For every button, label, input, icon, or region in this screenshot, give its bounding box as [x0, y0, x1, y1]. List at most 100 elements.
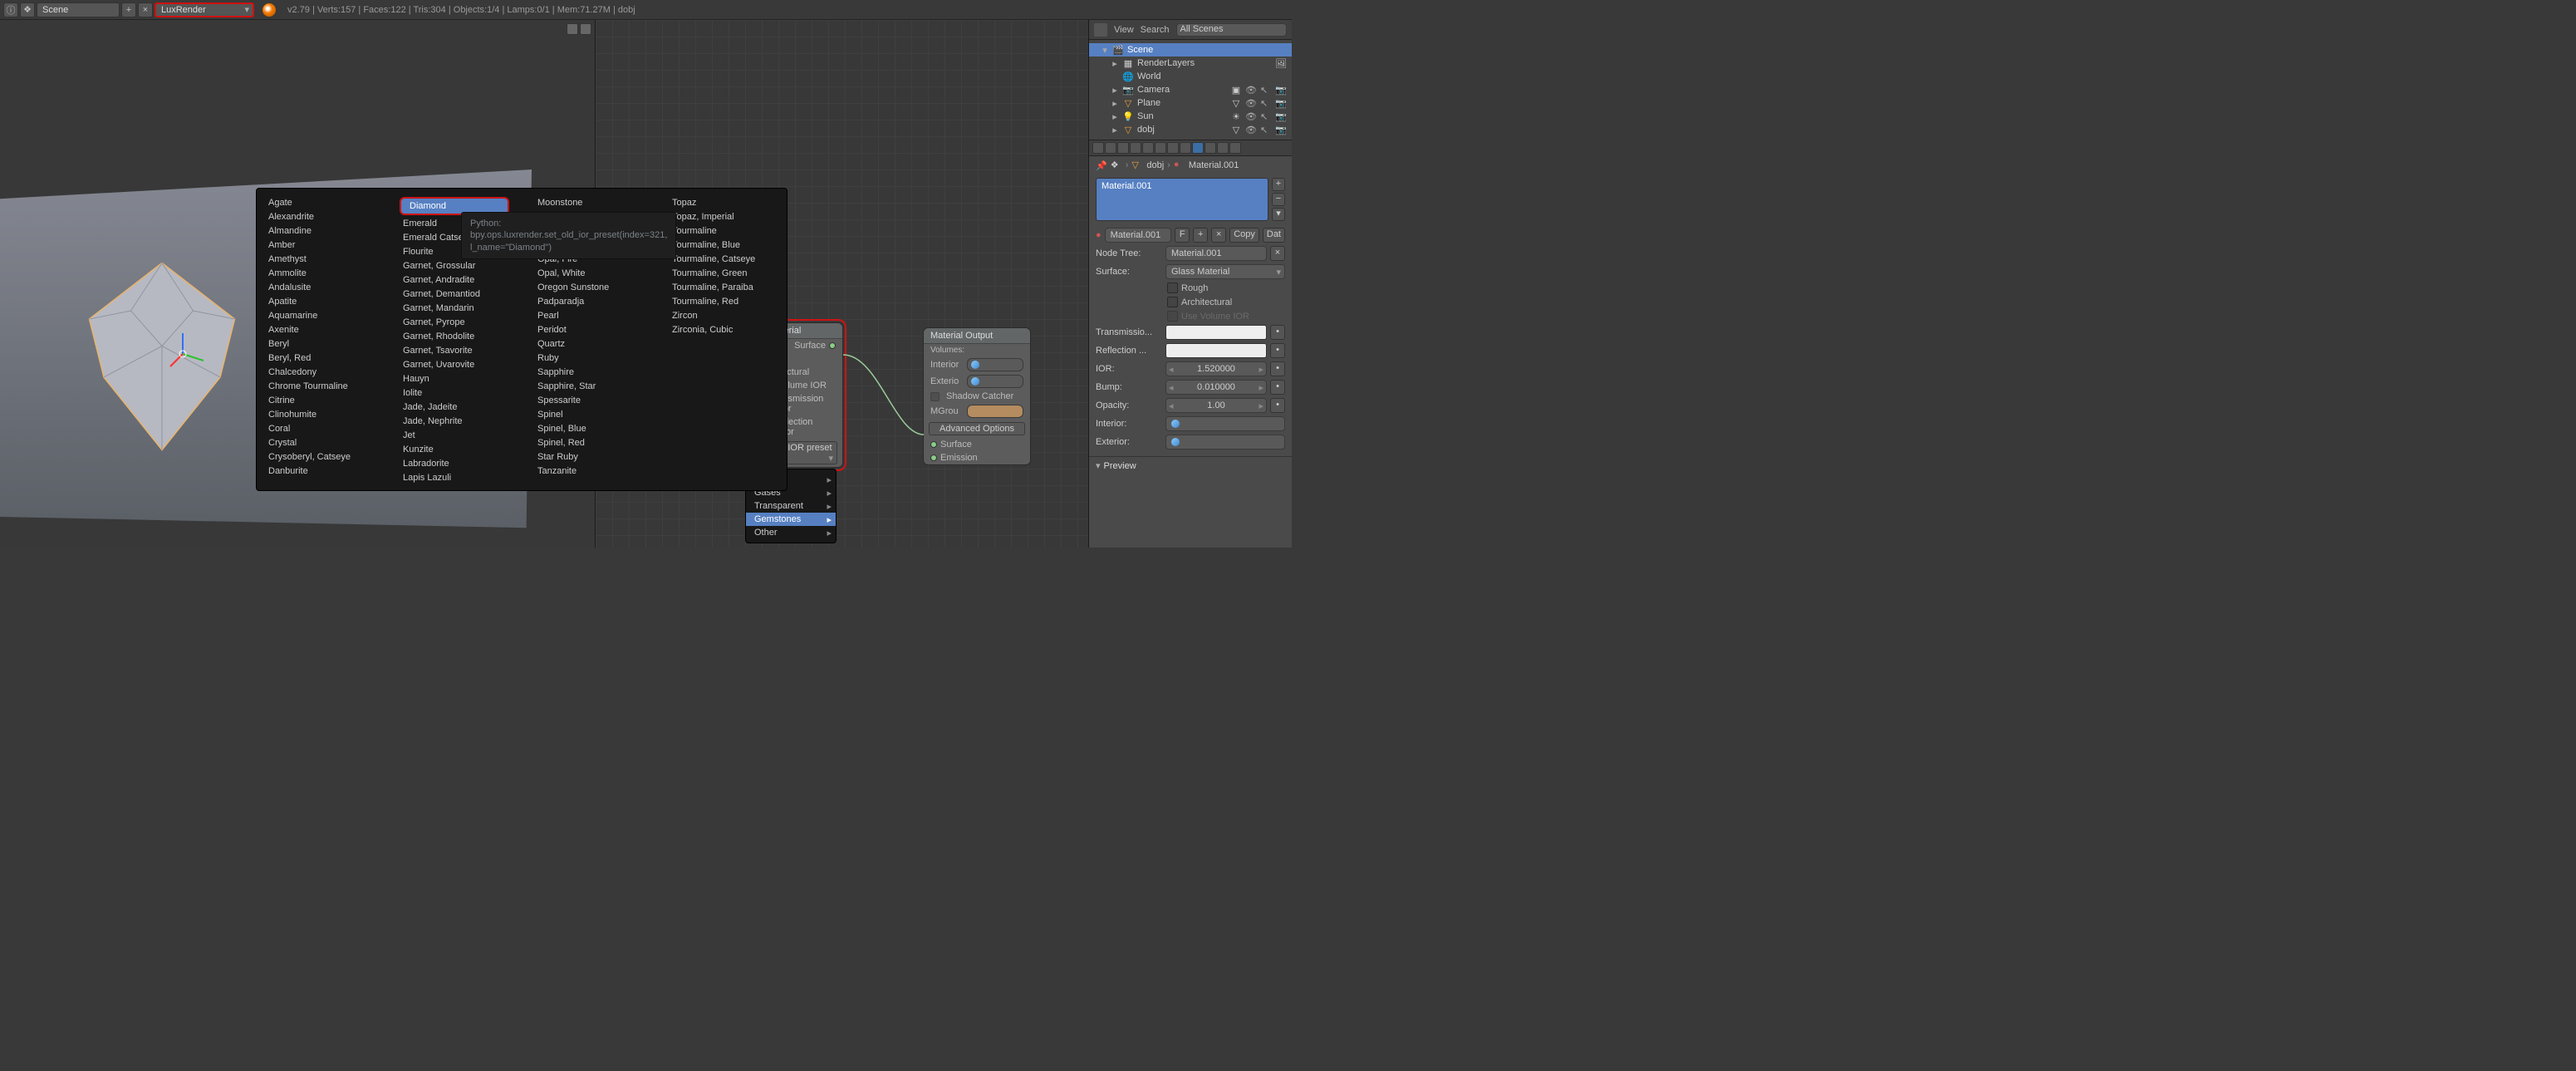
preset-item[interactable]: Clinohumite	[265, 409, 375, 420]
view-menu[interactable]: View	[1114, 25, 1134, 35]
ior-cat-other[interactable]: Other	[746, 526, 836, 539]
scene-datablock-icon[interactable]: ❖	[20, 2, 35, 17]
outliner-filter-dropdown[interactable]: All Scenes	[1176, 23, 1287, 37]
render-icon[interactable]: 📷	[1275, 125, 1287, 135]
preset-item[interactable]: Amethyst	[265, 253, 375, 265]
breadcrumb-material[interactable]: Material.001	[1189, 160, 1239, 170]
render-icon[interactable]: 📷	[1275, 85, 1287, 96]
render-result-icon[interactable]: 🖼	[1275, 57, 1287, 69]
render-icon[interactable]: 📷	[1275, 98, 1287, 109]
tab-constraints[interactable]	[1155, 142, 1166, 154]
outliner-camera-row[interactable]: ▸ 📷 Camera ▣ 👁 ↖ 📷	[1089, 83, 1292, 96]
preset-item[interactable]: Star Ruby	[534, 451, 644, 463]
remove-slot-button[interactable]: −	[1272, 193, 1285, 206]
preset-item[interactable]: Garnet, Pyrope	[400, 317, 509, 328]
preset-item[interactable]: Jade, Jadeite	[400, 401, 509, 413]
preset-item[interactable]: Labradorite	[400, 458, 509, 469]
visibility-eye-icon[interactable]: 👁	[1245, 98, 1257, 109]
add-scene-button[interactable]: +	[121, 2, 136, 17]
exterior-volume-field[interactable]	[1165, 435, 1285, 450]
viewport-plus-icon[interactable]	[567, 23, 578, 35]
outliner-world-row[interactable]: ▸ 🌐 World	[1089, 70, 1292, 83]
preset-item[interactable]: Ruby	[534, 352, 644, 364]
unlink-material-button[interactable]: ×	[1211, 228, 1226, 243]
preset-item[interactable]: Almandine	[265, 225, 375, 237]
preset-item[interactable]: Apatite	[265, 296, 375, 307]
preset-item[interactable]: Tourmaline, Catseye	[669, 253, 778, 265]
tab-render[interactable]	[1092, 142, 1104, 154]
slot-specials-button[interactable]: ▾	[1272, 208, 1285, 221]
transmission-node-button[interactable]: •	[1270, 325, 1285, 340]
surface-output-socket[interactable]	[829, 342, 836, 349]
surface-type-dropdown[interactable]: Glass Material	[1165, 264, 1285, 279]
selectable-icon[interactable]: ↖	[1260, 111, 1272, 122]
visibility-eye-icon[interactable]: 👁	[1245, 125, 1257, 135]
tab-object[interactable]	[1142, 142, 1154, 154]
preset-item[interactable]: Coral	[265, 423, 375, 435]
tab-scene[interactable]	[1117, 142, 1129, 154]
tab-physics[interactable]	[1229, 142, 1241, 154]
scene-name-field[interactable]: Scene	[37, 2, 120, 17]
preset-item[interactable]: Padparadja	[534, 296, 644, 307]
preset-item[interactable]: Moonstone	[534, 197, 644, 209]
preset-item[interactable]: Jade, Nephrite	[400, 415, 509, 427]
transmission-color-swatch[interactable]	[1165, 325, 1267, 340]
tab-texture[interactable]	[1205, 142, 1216, 154]
mesh-data-icon[interactable]: ▽	[1230, 124, 1242, 135]
preset-item[interactable]: Topaz	[669, 197, 778, 209]
preview-panel-header[interactable]: Preview	[1089, 456, 1292, 474]
preset-item[interactable]: Spinel, Blue	[534, 423, 644, 435]
reflection-node-button[interactable]: •	[1270, 343, 1285, 358]
preset-item[interactable]: Kunzite	[400, 444, 509, 455]
reflection-color-swatch[interactable]	[1165, 343, 1267, 358]
preset-item[interactable]: Peridot	[534, 324, 644, 336]
tab-material[interactable]	[1192, 142, 1204, 154]
expand-icon[interactable]: ▸	[1111, 111, 1119, 122]
preset-item[interactable]: Danburite	[265, 465, 375, 477]
preset-item[interactable]: Oregon Sunstone	[534, 282, 644, 293]
preset-item[interactable]: Beryl	[265, 338, 375, 350]
visibility-eye-icon[interactable]: 👁	[1245, 111, 1257, 122]
outliner-dobj-row[interactable]: ▸ ▽ dobj ▽ 👁 ↖ 📷	[1089, 123, 1292, 136]
preset-item[interactable]: Chalcedony	[265, 366, 375, 378]
preset-item[interactable]: Ammolite	[265, 268, 375, 279]
preset-item[interactable]: Garnet, Mandarin	[400, 302, 509, 314]
shadow-catcher-checkbox[interactable]	[930, 392, 940, 401]
copy-material-button[interactable]: Copy	[1229, 228, 1259, 243]
preset-item[interactable]: Andalusite	[265, 282, 375, 293]
opacity-node-button[interactable]: •	[1270, 398, 1285, 413]
preset-item[interactable]: Beryl, Red	[265, 352, 375, 364]
preset-item[interactable]: Chrome Tourmaline	[265, 381, 375, 392]
preset-item[interactable]: Garnet, Andradite	[400, 274, 509, 286]
preset-item[interactable]: Topaz, Imperial	[669, 211, 778, 223]
preset-item[interactable]: Tourmaline	[669, 225, 778, 237]
advanced-options-button[interactable]: Advanced Options	[929, 422, 1025, 435]
fake-user-button[interactable]: F	[1175, 228, 1190, 243]
opacity-value-field[interactable]: 1.00	[1165, 398, 1267, 413]
preset-item[interactable]: Spessarite	[534, 395, 644, 406]
architectural-checkbox[interactable]	[1167, 297, 1178, 307]
surface-input-socket[interactable]	[930, 441, 937, 448]
selectable-icon[interactable]: ↖	[1260, 85, 1272, 96]
preset-item[interactable]: Pearl	[534, 310, 644, 322]
outliner-plane-row[interactable]: ▸ ▽ Plane ▽ 👁 ↖ 📷	[1089, 96, 1292, 110]
expand-icon[interactable]: ▾	[1101, 45, 1109, 56]
preset-item[interactable]: Garnet, Grossular	[400, 260, 509, 272]
preset-item[interactable]: Tourmaline, Red	[669, 296, 778, 307]
node-header[interactable]: Material Output	[924, 328, 1030, 344]
info-editor-icon[interactable]: ⓘ	[3, 2, 18, 17]
camera-data-icon[interactable]: ▣	[1230, 84, 1242, 96]
preset-item[interactable]: Citrine	[265, 395, 375, 406]
preset-item[interactable]: Garnet, Uvarovite	[400, 359, 509, 371]
preset-item[interactable]: Spinel, Red	[534, 437, 644, 449]
tab-render-layers[interactable]	[1105, 142, 1116, 154]
preset-item[interactable]: Quartz	[534, 338, 644, 350]
visibility-eye-icon[interactable]: 👁	[1245, 85, 1257, 96]
rough-checkbox[interactable]	[1167, 282, 1178, 293]
preset-item[interactable]: Tourmaline, Green	[669, 268, 778, 279]
preset-item[interactable]: Opal, White	[534, 268, 644, 279]
preset-item[interactable]: Sapphire, Star	[534, 381, 644, 392]
preset-item[interactable]: Garnet, Rhodolite	[400, 331, 509, 342]
unlink-nodetree-button[interactable]: ×	[1270, 246, 1285, 261]
preset-item[interactable]: Amber	[265, 239, 375, 251]
